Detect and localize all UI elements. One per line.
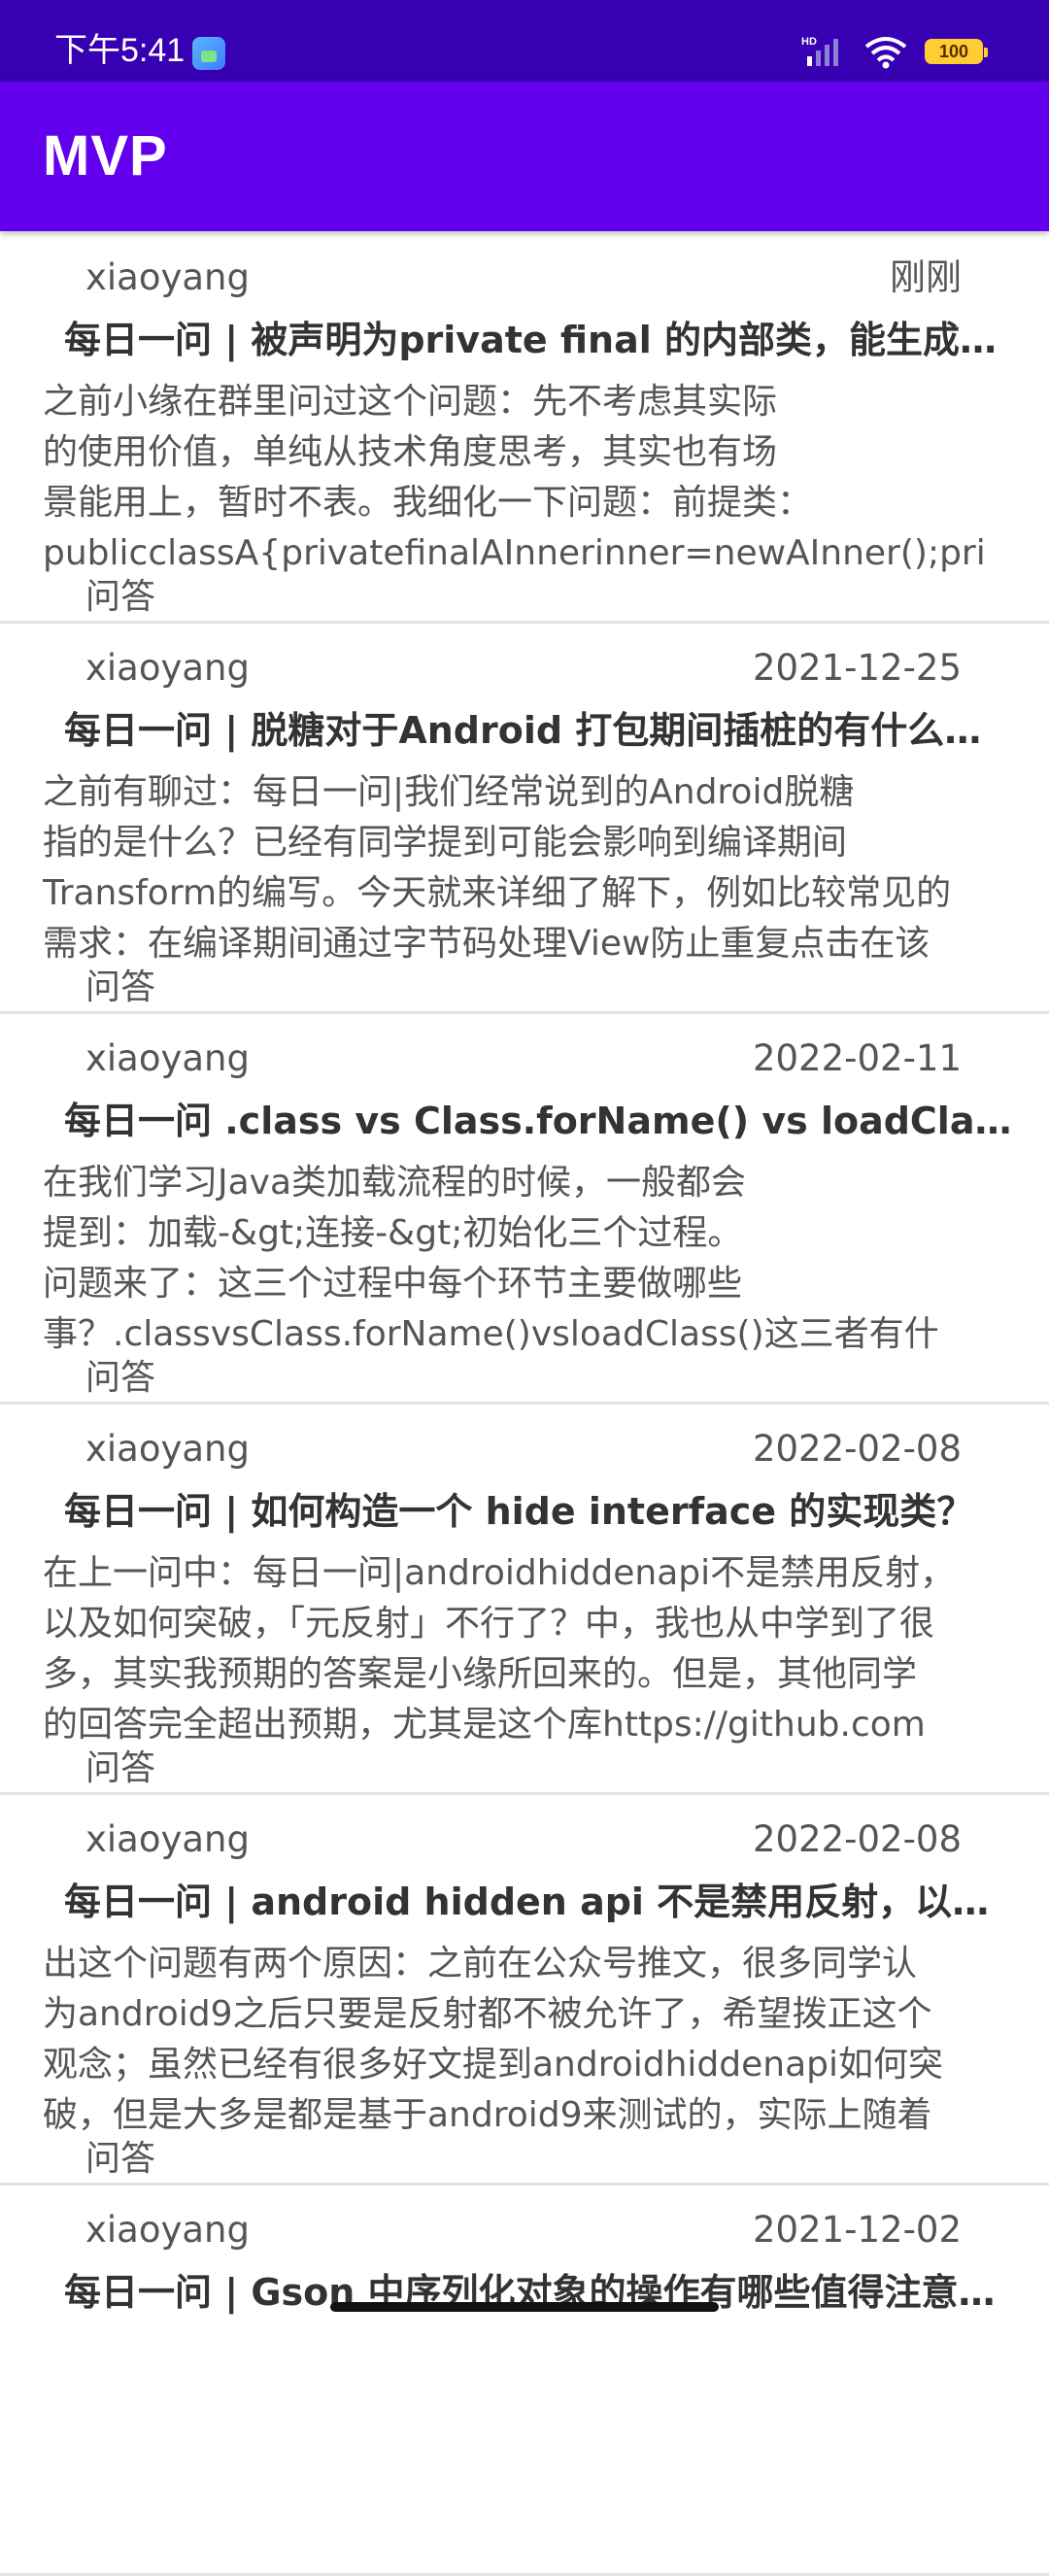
item-description-line: 以及如何突破，「元反射」不行了？中，我也从中学到了很 (43, 1604, 935, 1644)
item-description: 之前有聊过：每日一问|我们经常说到的Android脱糖 指的是什么？已经有同学提… (43, 767, 1004, 969)
list-item[interactable]: xiaoyang 2022-02-08 每日一问 | android hidde… (0, 1795, 1049, 2186)
list-item[interactable]: xiaoyang 2021-12-02 每日一问 | Gson 中序列化对象的操… (0, 2186, 1049, 2576)
network-hd-label: HD (801, 36, 817, 48)
item-description-line: 之前有聊过：每日一问|我们经常说到的Android脱糖 (43, 772, 855, 812)
list-item[interactable]: xiaoyang 刚刚 每日一问 | 被声明为private final 的内部… (0, 233, 1049, 624)
gallery-app-icon (192, 37, 225, 70)
item-author: xiaoyang (85, 1818, 250, 1860)
item-title: 每日一问 | 如何构造一个 hide interface 的实现类？ (64, 1490, 974, 1533)
item-date: 2022-02-08 (752, 1818, 962, 1860)
status-time: 下午5:41 (54, 32, 186, 69)
item-description-line: 为android9之后只要是反射都不被允许了，希望拨正这个 (43, 1994, 932, 2034)
app-title: MVP (43, 124, 168, 187)
item-title: 每日一问 | android hidden api 不是禁用反射，以及… (64, 1881, 1016, 1923)
list-item[interactable]: xiaoyang 2022-02-08 每日一问 | 如何构造一个 hide i… (0, 1405, 1049, 1795)
app-bar: MVP (0, 82, 1049, 231)
item-description-line: 的使用价值，单纯从技术角度思考，其实也有场 (43, 432, 778, 472)
item-date: 2021-12-02 (752, 2209, 962, 2251)
item-description-line: 之前小缘在群里问过这个问题：先不考虑其实际 (43, 382, 778, 422)
status-bar: 下午5:41 HD 100 (0, 0, 1049, 82)
item-description-line: 多，其实我预期的答案是小缘所回来的。但是，其他同学 (43, 1654, 918, 1694)
item-description: 在我们学习Java类加载流程的时候，一般都会 提到：加载-&gt;连接-&gt;… (43, 1158, 1004, 1360)
item-title: 每日一问 | 脱糖对于Android 打包期间插桩的有什么… (64, 709, 982, 752)
item-date: 2022-02-11 (752, 1037, 962, 1079)
item-tag: 问答 (85, 1358, 156, 1398)
item-description: 在上一问中：每日一问|androidhiddenapi不是禁用反射， 以及如何突… (43, 1548, 1004, 1750)
item-description-line: 指的是什么？已经有同学提到可能会影响到编译期间 (43, 823, 848, 863)
item-description: 出这个问题有两个原因：之前在公众号推文，很多同学认 为android9之后只要是… (43, 1939, 1004, 2141)
item-date: 2021-12-25 (752, 647, 962, 689)
item-title: 每日一问 .class vs Class.forName() vs loadCl… (64, 1100, 1016, 1142)
item-description-line: 破，但是大多是都是基于android9来测试的，实际上随着 (43, 2095, 932, 2135)
item-author: xiaoyang (85, 256, 250, 298)
item-description-line: 出这个问题有两个原因：之前在公众号推文，很多同学认 (43, 1944, 918, 1983)
item-tag: 问答 (85, 577, 156, 617)
item-author: xiaoyang (85, 2209, 250, 2251)
item-tag: 问答 (85, 2139, 156, 2179)
wifi-icon (864, 37, 907, 69)
list-item[interactable]: xiaoyang 2022-02-11 每日一问 .class vs Class… (0, 1014, 1049, 1405)
item-date: 刚刚 (890, 256, 962, 298)
item-tag: 问答 (85, 1748, 156, 1788)
item-description-line: 的回答完全超出预期，尤其是这个库https://github.com (43, 1705, 926, 1745)
item-description-line: 问题来了：这三个过程中每个环节主要做哪些 (43, 1264, 743, 1304)
item-author: xiaoyang (85, 1037, 250, 1079)
item-description-line: 景能用上，暂时不表。我细化一下问题：前提类： (43, 483, 813, 523)
item-description-line: 在上一问中：每日一问|androidhiddenapi不是禁用反射， (43, 1553, 956, 1593)
list-item[interactable]: xiaoyang 2021-12-25 每日一问 | 脱糖对于Android 打… (0, 624, 1049, 1014)
item-description-line: Transform的编写。今天就来详细了解下，例如比较常见的 (43, 873, 952, 913)
item-description-line: 在我们学习Java类加载流程的时候，一般都会 (43, 1163, 747, 1203)
item-date: 2022-02-08 (752, 1428, 962, 1470)
item-author: xiaoyang (85, 1428, 250, 1470)
signal-icon: HD (801, 36, 838, 66)
battery-icon: 100 (925, 39, 988, 64)
item-description: 之前小缘在群里问过这个问题：先不考虑其实际 的使用价值，单纯从技术角度思考，其实… (43, 377, 1004, 579)
item-description-line: 提到：加载-&gt;连接-&gt;初始化三个过程。 (43, 1213, 743, 1253)
item-description-line: publicclassA{privatefinalAInnerinner=new… (43, 533, 986, 573)
item-description-line: 事？.classvsClass.forName()vsloadClass()这三… (43, 1314, 939, 1354)
item-title: 每日一问 | 被声明为private final 的内部类，能生成… (64, 319, 998, 361)
item-author: xiaoyang (85, 647, 250, 689)
item-description-line: 需求：在编译期间通过字节码处理View防止重复点击在该 (43, 924, 931, 964)
gesture-nav-handle[interactable] (330, 2302, 719, 2312)
article-list[interactable]: xiaoyang 刚刚 每日一问 | 被声明为private final 的内部… (0, 233, 1049, 2576)
item-description-line: 观念；虽然已经有很多好文提到androidhiddenapi如何突 (43, 2045, 944, 2085)
item-tag: 问答 (85, 967, 156, 1007)
